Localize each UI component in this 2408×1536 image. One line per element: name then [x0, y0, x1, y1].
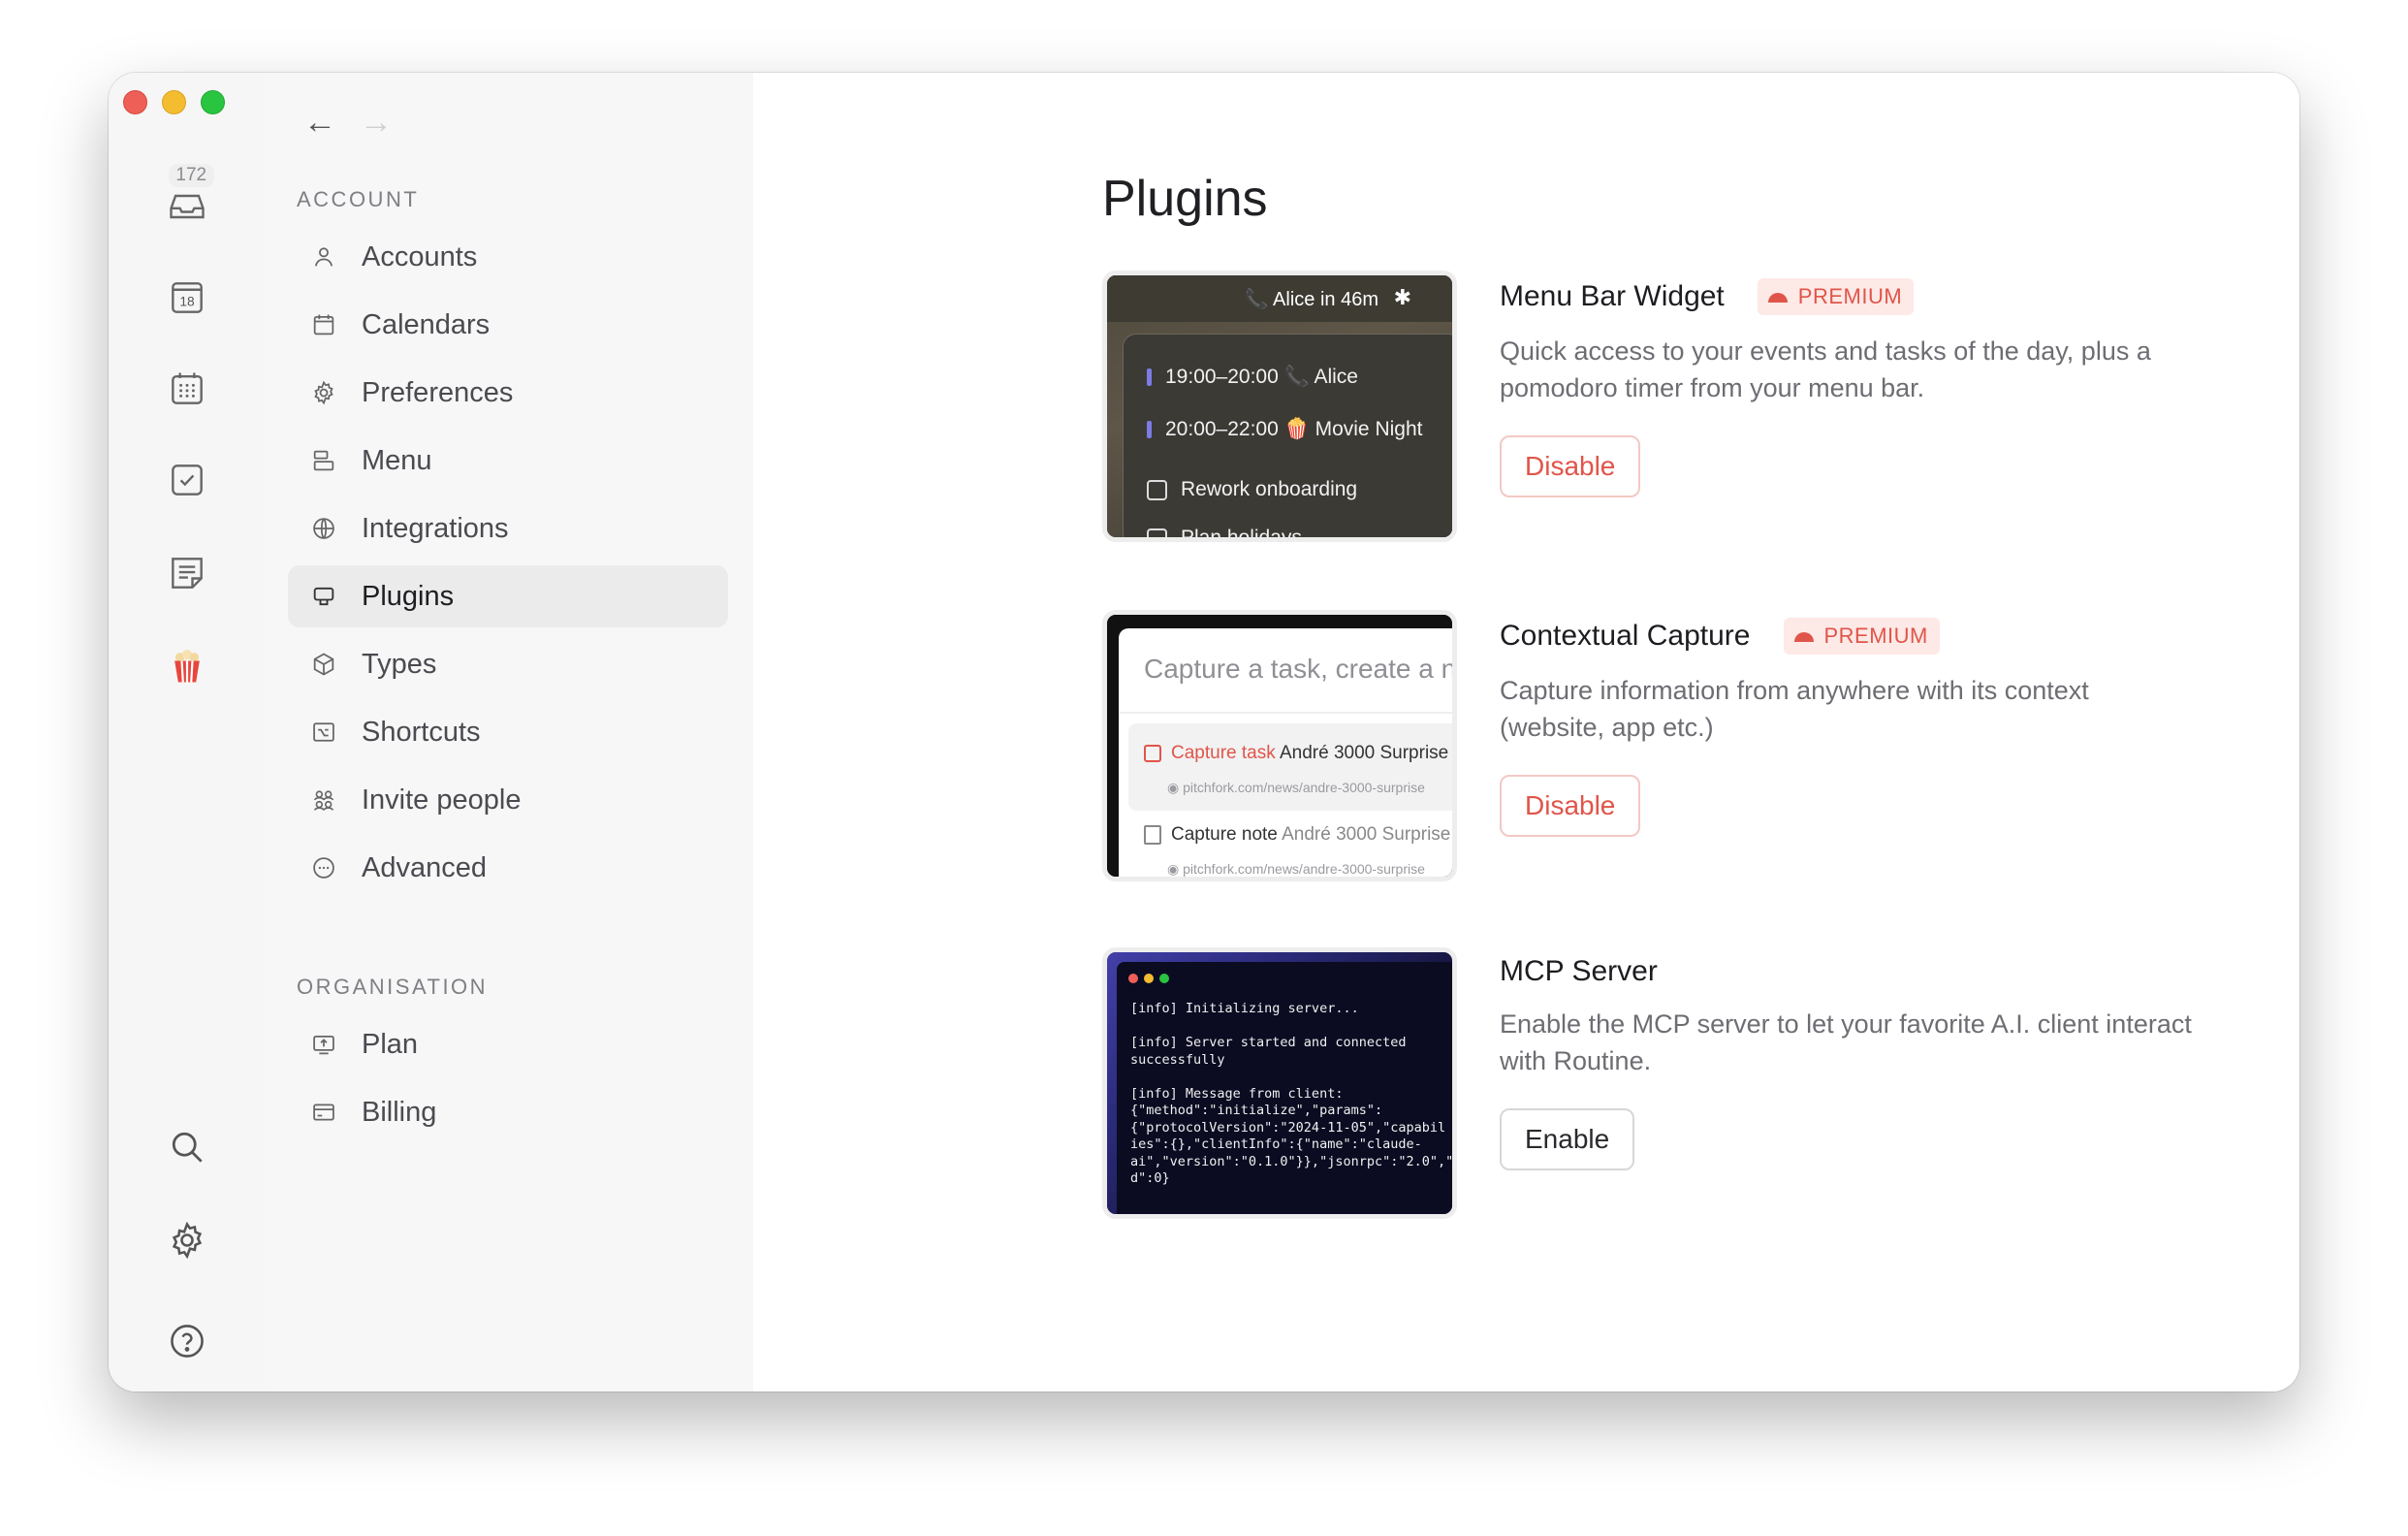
nav-item-billing[interactable]: Billing — [288, 1081, 728, 1143]
preview-item-title: André 3000 Surprise — [1282, 824, 1451, 845]
cube-icon — [309, 650, 338, 679]
plugin-mcp-server: [info] Initializing server... [info] Ser… — [1102, 947, 2192, 1229]
option-key-icon — [309, 718, 338, 747]
nav-item-label: Shortcuts — [362, 716, 481, 748]
account-section-title: ACCOUNT — [297, 187, 420, 211]
month-grid-icon[interactable] — [158, 360, 216, 418]
plugin-contextual-capture: Capture a task, create a note Capture ta… — [1102, 610, 2169, 891]
mcp-server-preview: [info] Initializing server... [info] Ser… — [1102, 947, 1457, 1219]
nav-item-plugins[interactable]: Plugins — [288, 565, 728, 627]
page-title: Plugins — [1102, 171, 1268, 227]
premium-badge: PREMIUM — [1783, 618, 1940, 655]
nav-item-shortcuts[interactable]: Shortcuts — [288, 701, 728, 763]
preview-item-title: André 3000 Surprise — [1279, 743, 1449, 763]
preview-task-row: Plan holidays — [1181, 527, 1302, 542]
preview-url: pitchfork.com/news/andre-3000-surprise — [1183, 861, 1425, 877]
nav-item-label: Menu — [362, 444, 432, 476]
settings-sidebar: ← → ACCOUNT Accounts Calendars Preferenc… — [265, 73, 755, 1392]
icon-rail: 172 18 — [109, 73, 267, 1392]
disable-button[interactable]: Disable — [1500, 775, 1641, 837]
search-icon[interactable] — [158, 1118, 216, 1176]
plugin-description: Quick access to your events and tasks of… — [1500, 336, 2151, 402]
menu-icon — [309, 446, 338, 475]
plugin-name: Menu Bar Widget — [1500, 280, 1725, 312]
plugin-icon — [309, 582, 338, 611]
back-button[interactable]: ← — [303, 106, 336, 139]
nav-item-label: Plugins — [362, 580, 455, 612]
gear-icon — [309, 378, 338, 407]
preview-task-row: Rework onboarding — [1181, 478, 1358, 500]
premium-label: PREMIUM — [1823, 624, 1928, 648]
gear-icon[interactable] — [158, 1211, 216, 1269]
preview-note-label: Capture note — [1171, 824, 1278, 845]
preview-task-label: Capture task — [1171, 743, 1276, 763]
forward-button[interactable]: → — [360, 106, 393, 139]
help-icon[interactable] — [158, 1312, 216, 1370]
calendar-day-icon[interactable]: 18 — [158, 269, 216, 327]
premium-badge: PREMIUM — [1757, 278, 1915, 315]
terminal-log: [info] Initializing server... [info] Ser… — [1130, 1001, 1457, 1186]
globe-icon — [309, 514, 338, 543]
card-icon — [309, 1098, 338, 1127]
nav-item-types[interactable]: Types — [288, 633, 728, 695]
nav-item-calendars[interactable]: Calendars — [288, 294, 728, 356]
app-window: 172 18 ← → ACCOUNT Accounts Calendars Pr… — [109, 73, 2299, 1392]
calendar-icon — [309, 310, 338, 339]
menu-bar-widget-preview: 📞 Alice in 46m ✱ 19:00–20:00 📞 Alice 20:… — [1102, 271, 1457, 542]
preview-event-row: 19:00–20:00 📞 Alice — [1165, 366, 1358, 388]
nav-item-label: Accounts — [362, 240, 478, 272]
preview-status-text: 📞 Alice in 46m — [1244, 289, 1378, 310]
nav-item-plan[interactable]: Plan — [288, 1013, 728, 1075]
nav-item-menu[interactable]: Menu — [288, 430, 728, 492]
plugin-name: MCP Server — [1500, 955, 1658, 987]
nav-item-label: Types — [362, 648, 437, 680]
enable-button[interactable]: Enable — [1500, 1108, 1635, 1170]
nav-item-preferences[interactable]: Preferences — [288, 362, 728, 424]
preview-url: pitchfork.com/news/andre-3000-surprise — [1183, 780, 1425, 795]
nav-item-label: Integrations — [362, 512, 509, 544]
plan-icon — [309, 1030, 338, 1059]
zoom-window-button[interactable] — [201, 90, 225, 114]
main-content: Plugins 📞 Alice in 46m ✱ 19:00–20:00 📞 A… — [753, 73, 2299, 1392]
close-window-button[interactable] — [123, 90, 147, 114]
preview-capture-placeholder: Capture a task, create a note — [1144, 654, 1457, 684]
contextual-capture-preview: Capture a task, create a note Capture ta… — [1102, 610, 1457, 881]
premium-cap-icon — [1767, 293, 1788, 303]
organisation-section-title: ORGANISATION — [297, 975, 489, 999]
minimize-window-button[interactable] — [162, 90, 186, 114]
preview-event-row: 20:00–22:00 🍿 Movie Night — [1165, 418, 1423, 440]
plugin-name: Contextual Capture — [1500, 620, 1751, 652]
nav-item-accounts[interactable]: Accounts — [288, 226, 728, 288]
premium-label: PREMIUM — [1797, 284, 1903, 308]
terminal-window-dots — [1128, 974, 1169, 983]
nav-item-integrations[interactable]: Integrations — [288, 497, 728, 560]
user-icon — [309, 242, 338, 272]
tasks-icon[interactable] — [158, 451, 216, 509]
window-controls — [123, 90, 225, 114]
nav-item-label: Preferences — [362, 376, 514, 408]
history-navigation: ← → — [303, 106, 393, 139]
popcorn-icon[interactable] — [158, 637, 216, 695]
plugin-menu-bar-widget: 📞 Alice in 46m ✱ 19:00–20:00 📞 Alice 20:… — [1102, 271, 2169, 552]
nav-item-label: Plan — [362, 1028, 419, 1060]
people-icon — [309, 785, 338, 815]
nav-item-label: Billing — [362, 1096, 437, 1128]
notes-icon[interactable] — [158, 544, 216, 602]
nav-item-label: Advanced — [362, 851, 487, 883]
premium-cap-icon — [1793, 632, 1814, 642]
plugin-description: Capture information from anywhere with i… — [1500, 676, 2089, 742]
inbox-icon[interactable] — [158, 177, 216, 236]
nav-item-label: Calendars — [362, 308, 491, 340]
nav-item-invite-people[interactable]: Invite people — [288, 769, 728, 831]
calendar-day-number: 18 — [179, 294, 195, 308]
nav-item-advanced[interactable]: Advanced — [288, 837, 728, 899]
more-icon — [309, 853, 338, 882]
nav-item-label: Invite people — [362, 784, 522, 816]
plugin-description: Enable the MCP server to let your favori… — [1500, 1009, 2192, 1075]
bluetooth-icon: ✱ — [1393, 285, 1411, 309]
disable-button[interactable]: Disable — [1500, 435, 1641, 497]
